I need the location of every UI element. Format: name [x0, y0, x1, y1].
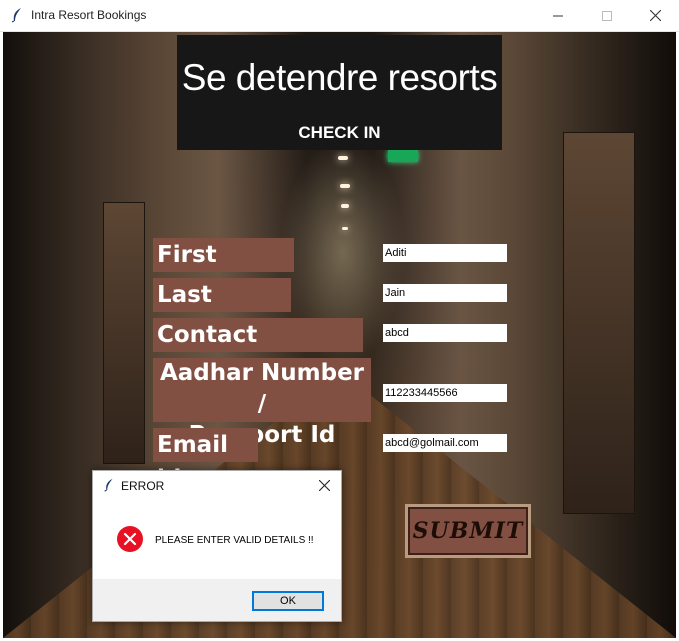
- last-name-input[interactable]: [383, 284, 507, 302]
- close-icon: [318, 479, 330, 491]
- last-name-label: Last Name: [153, 278, 291, 342]
- close-button[interactable]: [632, 0, 678, 31]
- aadhar-passport-label: Aadhar Number / Passport Id: [153, 358, 371, 448]
- first-name-input[interactable]: [383, 244, 507, 262]
- email-label: Email id: [153, 428, 258, 492]
- exit-sign: [388, 150, 418, 162]
- page-subtitle: CHECK IN: [298, 123, 381, 142]
- ceiling-light: [340, 184, 350, 188]
- submit-button[interactable]: SUBMIT: [405, 504, 531, 558]
- ceiling-light: [341, 204, 349, 208]
- error-dialog: ERROR PLEASE ENTER VALID DETAILS !! OK: [92, 470, 342, 622]
- dialog-close-button[interactable]: [315, 476, 333, 494]
- close-icon: [649, 10, 661, 21]
- error-icon: [117, 526, 143, 552]
- dialog-message: PLEASE ENTER VALID DETAILS !!: [155, 535, 314, 546]
- maximize-button[interactable]: [584, 0, 630, 31]
- minimize-button[interactable]: [535, 0, 581, 31]
- contact-number-input[interactable]: [383, 324, 507, 342]
- window-titlebar: Intra Resort Bookings: [0, 0, 679, 32]
- ceiling-light: [342, 227, 348, 230]
- maximize-icon: [602, 10, 612, 21]
- header-banner: Se detendre resorts CHECK IN: [177, 35, 502, 150]
- brand-title: Se detendre resorts: [181, 57, 498, 98]
- dialog-footer: OK: [93, 579, 341, 621]
- ok-label: OK: [280, 595, 296, 607]
- aadhar-label-line1: Aadhar Number /: [159, 360, 365, 417]
- contact-number-label: Contact Number: [153, 318, 363, 382]
- aadhar-input[interactable]: [383, 384, 507, 402]
- window-title: Intra Resort Bookings: [31, 8, 147, 22]
- ceiling-light: [338, 156, 348, 160]
- ok-button[interactable]: OK: [252, 591, 324, 611]
- first-name-label: First Name: [153, 238, 294, 302]
- feather-icon: [11, 8, 21, 23]
- door-right: [563, 132, 635, 514]
- dialog-title: ERROR: [121, 479, 165, 493]
- feather-icon: [104, 478, 113, 492]
- door-left: [103, 202, 145, 464]
- minimize-icon: [553, 15, 563, 16]
- email-input[interactable]: [383, 434, 507, 452]
- submit-label: SUBMIT: [412, 518, 524, 544]
